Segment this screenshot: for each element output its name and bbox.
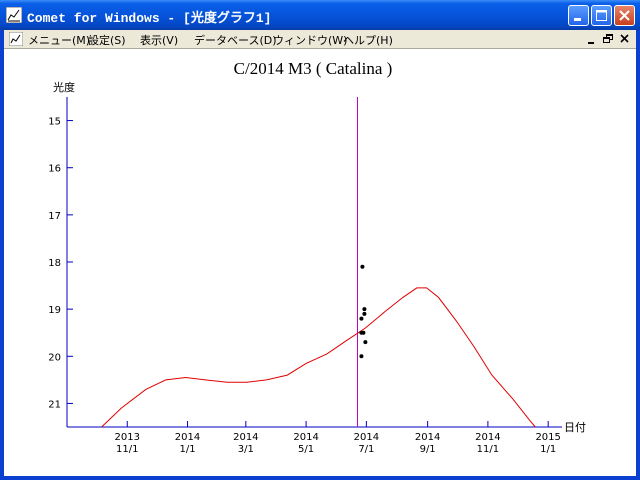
graph-document: C/2014 M3 ( Catalina ) 光度 日付 15 16 17 18 19 2… xyxy=(4,48,636,476)
x-tick-label-year: 2014 xyxy=(293,432,318,443)
minimize-icon xyxy=(574,18,581,21)
light-curve-chart: C/2014 M3 ( Catalina ) 光度 日付 15 16 17 18 19 2… xyxy=(48,59,586,455)
maximize-icon xyxy=(596,10,607,21)
y-tick-label: 17 xyxy=(48,211,61,222)
x-tick-label-year: 2014 xyxy=(354,432,379,443)
x-tick-label-date: 11/1 xyxy=(116,444,138,455)
minimize-icon[interactable] xyxy=(584,32,600,46)
x-tick-label-year: 2014 xyxy=(415,432,440,443)
observation-point xyxy=(359,354,364,359)
observation-point xyxy=(361,330,366,335)
menu-item-menu[interactable]: メニュー(M) xyxy=(28,32,90,48)
observation-point xyxy=(362,311,367,316)
x-tick-label-year: 2014 xyxy=(233,432,258,443)
close-icon xyxy=(619,10,630,21)
graph-icon[interactable] xyxy=(6,7,22,23)
title-bar[interactable]: Comet for Windows - [光度グラフ1] xyxy=(0,0,640,30)
x-tick-label-date: 11/1 xyxy=(477,444,499,455)
y-tick-label: 15 xyxy=(48,117,61,128)
x-tick-label-date: 9/1 xyxy=(420,444,436,455)
x-tick-label-date: 3/1 xyxy=(238,444,254,455)
menu-item-settings[interactable]: 設定(S) xyxy=(88,32,126,48)
x-tick-label-year: 2013 xyxy=(115,432,140,443)
x-tick-label-date: 7/1 xyxy=(358,444,374,455)
graph-icon[interactable] xyxy=(9,32,23,46)
application-window: Comet for Windows - [光度グラフ1] メニュー(M) 設定(… xyxy=(0,0,640,480)
observation-point xyxy=(359,316,364,321)
x-tick-label-date: 1/1 xyxy=(179,444,195,455)
predicted-magnitude-curve xyxy=(101,287,536,428)
x-tick-label-year: 2014 xyxy=(475,432,500,443)
close-icon[interactable] xyxy=(618,32,634,46)
window-title: Comet for Windows - [光度グラフ1] xyxy=(27,11,272,26)
x-tick-label-date: 5/1 xyxy=(298,444,314,455)
y-tick-label: 21 xyxy=(48,399,61,410)
menu-item-view[interactable]: 表示(V) xyxy=(140,32,178,48)
chart-title: C/2014 M3 ( Catalina ) xyxy=(234,59,393,78)
observation-point xyxy=(360,264,365,269)
x-tick-label-year: 2014 xyxy=(175,432,200,443)
y-tick-label: 18 xyxy=(48,258,61,269)
minimize-button[interactable] xyxy=(568,5,589,26)
y-tick-label: 16 xyxy=(48,164,61,175)
observation-point xyxy=(362,307,367,312)
observation-point xyxy=(363,340,368,345)
maximize-button[interactable] xyxy=(591,5,612,26)
restore-icon[interactable] xyxy=(601,32,617,46)
menu-item-database[interactable]: データベース(D) xyxy=(194,32,277,48)
y-tick-label: 19 xyxy=(48,305,61,316)
x-tick-label-date: 1/1 xyxy=(540,444,556,455)
menu-item-window[interactable]: ウィンドウ(W) xyxy=(273,32,347,48)
close-button[interactable] xyxy=(614,5,635,26)
menu-item-help[interactable]: ヘルプ(H) xyxy=(343,32,393,48)
y-axis-label: 光度 xyxy=(53,80,75,94)
x-axis-label: 日付 xyxy=(564,421,586,434)
menu-bar: メニュー(M) 設定(S) 表示(V) データベース(D) ウィンドウ(W) ヘ… xyxy=(4,30,636,48)
y-tick-label: 20 xyxy=(48,352,61,363)
x-tick-label-year: 2015 xyxy=(535,432,560,443)
